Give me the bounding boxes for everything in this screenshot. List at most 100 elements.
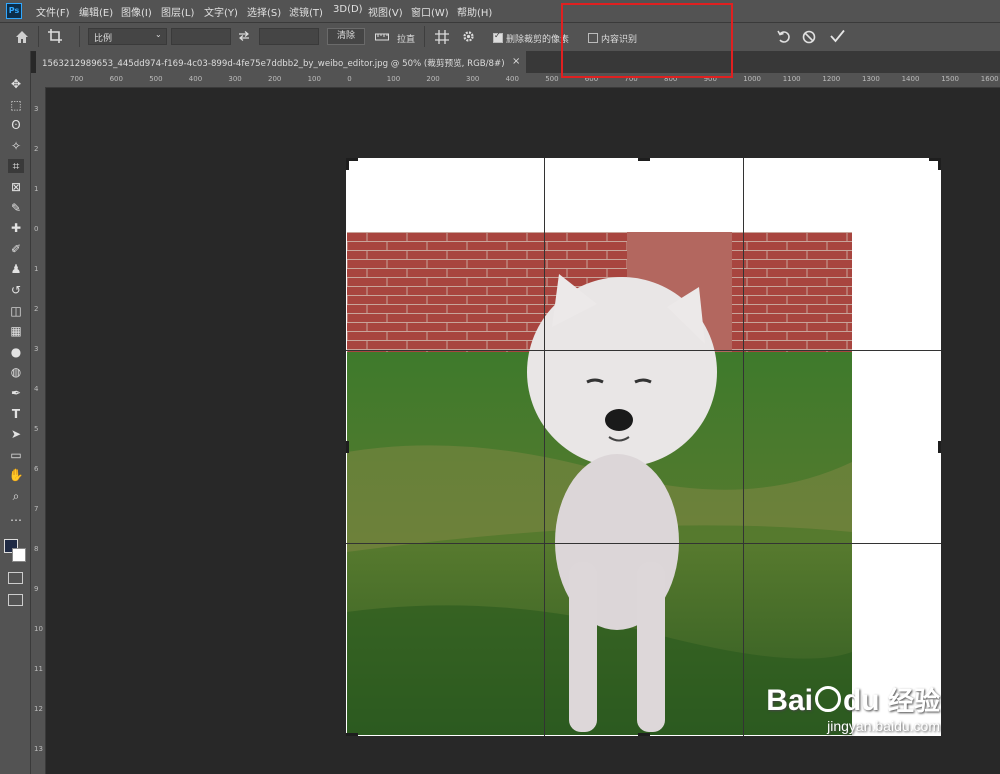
menu-image[interactable]: 图像(I) bbox=[121, 4, 152, 19]
divider bbox=[424, 26, 425, 47]
menu-select[interactable]: 选择(S) bbox=[247, 4, 281, 19]
ruler-tick-label: 1600 bbox=[980, 75, 999, 83]
frame-tool-icon[interactable]: ⊠ bbox=[8, 180, 24, 194]
clear-button[interactable]: 清除 bbox=[327, 28, 365, 45]
commit-icon[interactable] bbox=[830, 29, 845, 43]
gear-icon[interactable] bbox=[462, 30, 475, 43]
ruler-corner bbox=[31, 73, 46, 87]
dodge-tool-icon[interactable]: ◍ bbox=[8, 365, 24, 379]
tools-panel: ✥ ⬚ ʘ ✧ ⌗ ⊠ ✎ ✚ ✐ ♟ ↺ ◫ ▦ ● ◍ ✒ T ➤ ▭ ✋ ⌕ … bbox=[0, 51, 31, 774]
ruler-tick-label: 1100 bbox=[782, 75, 801, 83]
crop-handle-top[interactable] bbox=[638, 158, 650, 161]
ruler-tick-label: 300 bbox=[228, 75, 242, 83]
menu-bar: Ps 文件(F) 编辑(E) 图像(I) 图层(L) 文字(Y) 选择(S) 滤… bbox=[0, 0, 1000, 23]
ruler-tick-label: 8 bbox=[34, 545, 39, 553]
crop-icon[interactable] bbox=[47, 28, 63, 44]
document-tab[interactable]: 1563212989653_445dd974-f169-4c03-899d-4f… bbox=[36, 51, 526, 73]
ruler-tick-label: 5 bbox=[34, 425, 39, 433]
height-input[interactable] bbox=[259, 28, 319, 45]
crop-handle-top-right[interactable] bbox=[938, 158, 941, 170]
straighten-icon[interactable] bbox=[375, 32, 389, 41]
crop-handle-left[interactable] bbox=[346, 441, 349, 453]
menu-view[interactable]: 视图(V) bbox=[368, 4, 403, 19]
crop-handle-top-left[interactable] bbox=[346, 158, 349, 170]
history-brush-tool-icon[interactable]: ↺ bbox=[8, 283, 24, 297]
more-tools-icon[interactable]: … bbox=[8, 510, 24, 524]
home-icon[interactable] bbox=[15, 30, 29, 44]
crop-grid-line bbox=[743, 158, 744, 736]
menu-3d[interactable]: 3D(D) bbox=[333, 4, 363, 15]
menu-help[interactable]: 帮助(H) bbox=[457, 4, 492, 19]
crop-handle-bottom-left[interactable] bbox=[346, 733, 358, 736]
ruler-tick-label: 500 bbox=[149, 75, 163, 83]
zoom-tool-icon[interactable]: ⌕ bbox=[8, 489, 24, 503]
path-select-tool-icon[interactable]: ➤ bbox=[8, 427, 24, 441]
ruler-tick-label: 400 bbox=[505, 75, 519, 83]
ruler-tick-label: 4 bbox=[34, 385, 39, 393]
options-bar: 比例 ⌄ 清除 拉直 删除裁剪的像素 内容识别 bbox=[0, 23, 1000, 52]
type-tool-icon[interactable]: T bbox=[8, 407, 24, 421]
straighten-label[interactable]: 拉直 bbox=[397, 32, 415, 45]
brush-tool-icon[interactable]: ✐ bbox=[8, 242, 24, 256]
blur-tool-icon[interactable]: ● bbox=[8, 345, 24, 359]
vertical-ruler: 3 2 1 0 1 2 3 4 5 6 7 8 9 10 11 12 13 bbox=[31, 87, 46, 774]
stamp-tool-icon[interactable]: ♟ bbox=[8, 262, 24, 276]
ruler-tick-label: 3 bbox=[34, 105, 39, 113]
crop-grid-line bbox=[346, 350, 941, 351]
menu-file[interactable]: 文件(F) bbox=[36, 4, 70, 19]
grid-overlay-icon[interactable] bbox=[435, 30, 449, 44]
menu-filter[interactable]: 滤镜(T) bbox=[289, 4, 323, 19]
delete-cropped-label[interactable]: 删除裁剪的像素 bbox=[506, 32, 569, 45]
cancel-icon[interactable] bbox=[802, 30, 816, 44]
document-tab-bar: 1563212989653_445dd974-f169-4c03-899d-4f… bbox=[36, 51, 1000, 73]
menu-edit[interactable]: 编辑(E) bbox=[79, 4, 113, 19]
ruler-tick-label: 500 bbox=[545, 75, 559, 83]
dog-photo bbox=[347, 232, 852, 735]
crop-grid-line bbox=[544, 158, 545, 736]
ruler-tick-label: 1 bbox=[34, 265, 39, 273]
ratio-select[interactable]: 比例 ⌄ bbox=[88, 28, 167, 45]
crop-handle-bottom[interactable] bbox=[638, 733, 650, 736]
ruler-tick-label: 1300 bbox=[862, 75, 880, 83]
reset-icon[interactable] bbox=[777, 30, 791, 44]
move-tool-icon[interactable]: ✥ bbox=[8, 77, 24, 91]
document-tab-title: 1563212989653_445dd974-f169-4c03-899d-4f… bbox=[42, 59, 505, 69]
eraser-tool-icon[interactable]: ◫ bbox=[8, 304, 24, 318]
menu-window[interactable]: 窗口(W) bbox=[411, 4, 449, 19]
ruler-tick-label: 1200 bbox=[822, 75, 841, 83]
magic-wand-tool-icon[interactable]: ✧ bbox=[8, 139, 24, 153]
hand-tool-icon[interactable]: ✋ bbox=[8, 468, 24, 482]
ruler-tick-label: 100 bbox=[386, 75, 401, 83]
crop-tool-icon[interactable]: ⌗ bbox=[8, 159, 24, 174]
delete-cropped-checkbox[interactable] bbox=[493, 31, 503, 43]
width-input[interactable] bbox=[171, 28, 231, 45]
quick-mask-icon[interactable] bbox=[8, 572, 23, 584]
horizontal-ruler: 700 600 500 400 300 200 100 0 100 200 300 400 500 600… bbox=[46, 73, 1000, 88]
screen-mode-icon[interactable] bbox=[8, 594, 23, 606]
healing-tool-icon[interactable]: ✚ bbox=[8, 221, 24, 235]
watermark-brand2: du bbox=[842, 684, 880, 717]
pen-tool-icon[interactable]: ✒ bbox=[8, 386, 24, 400]
chevron-down-icon: ⌄ bbox=[155, 30, 162, 39]
ruler-tick-label: 0 bbox=[34, 225, 39, 233]
lasso-tool-icon[interactable]: ʘ bbox=[8, 118, 24, 132]
ruler-tick-label: 200 bbox=[268, 75, 282, 83]
ruler-tick-label: 300 bbox=[466, 75, 480, 83]
marquee-tool-icon[interactable]: ⬚ bbox=[8, 98, 24, 112]
rectangle-tool-icon[interactable]: ▭ bbox=[8, 448, 24, 462]
background-color-swatch[interactable] bbox=[12, 548, 26, 562]
bucket-tool-icon[interactable]: ▦ bbox=[8, 324, 24, 338]
close-tab-icon[interactable]: × bbox=[512, 56, 520, 67]
ruler-tick-label: 2 bbox=[34, 305, 39, 313]
menu-layer[interactable]: 图层(L) bbox=[161, 4, 194, 19]
ruler-tick-label: 100 bbox=[307, 75, 321, 83]
ruler-tick-label: 700 bbox=[70, 75, 84, 83]
ratio-select-value: 比例 bbox=[94, 34, 113, 44]
swap-icon[interactable] bbox=[238, 31, 250, 41]
crop-grid-line bbox=[346, 543, 941, 544]
eyedropper-tool-icon[interactable]: ✎ bbox=[8, 201, 24, 215]
photoshop-logo: Ps bbox=[6, 3, 22, 19]
crop-handle-right[interactable] bbox=[938, 441, 941, 453]
menu-type[interactable]: 文字(Y) bbox=[204, 4, 238, 19]
ruler-tick-label: 200 bbox=[426, 75, 440, 83]
